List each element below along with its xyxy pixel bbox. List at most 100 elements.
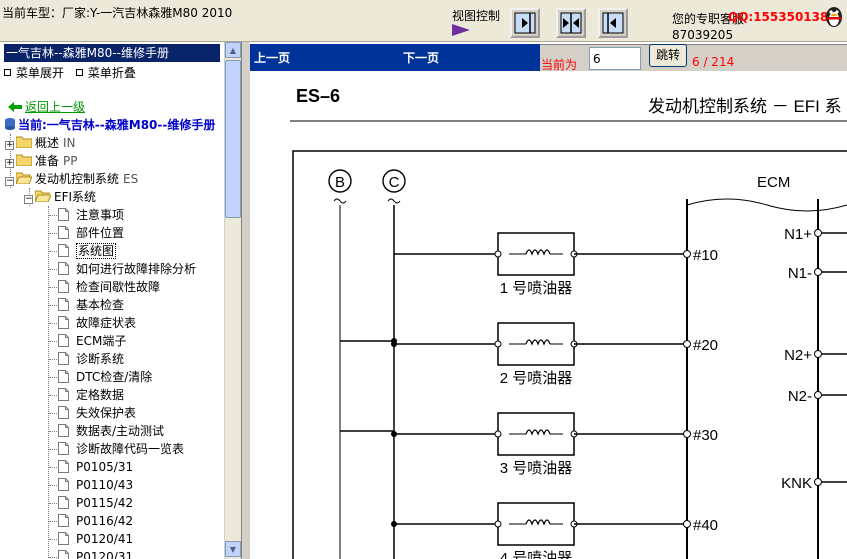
- top-toolbar: 当前车型：厂家:Y-一汽吉林森雅M80 2010 视图控制 您的专职客服 QQ:…: [0, 0, 847, 42]
- tree-leaf-item[interactable]: P0120/31: [58, 548, 133, 559]
- injector-label: 1 号喷油器: [500, 280, 573, 297]
- tree-leaf-label: 如何进行故障排除分析: [76, 262, 197, 276]
- square-icon: [4, 69, 11, 76]
- previous-page-link[interactable]: 上一页: [254, 49, 290, 66]
- next-page-link[interactable]: 下一页: [403, 49, 439, 66]
- tree-node-code: ES: [123, 172, 139, 186]
- tree-node-overview[interactable]: + 概述 IN: [5, 134, 76, 152]
- tree-leaf-item[interactable]: P0116/42: [58, 512, 133, 530]
- tree-leaf-item[interactable]: P0110/43: [58, 476, 133, 494]
- tree-leaf-item[interactable]: 检查间歇性故障: [58, 278, 160, 296]
- tree-leaf-item[interactable]: P0120/41: [58, 530, 133, 548]
- show-right-panel-button[interactable]: [510, 8, 540, 38]
- ecm-right-pin-label: N2+: [784, 347, 812, 364]
- tree-leaf-item[interactable]: DTC检查/清除: [58, 368, 152, 386]
- ecm-pin-label: #20: [693, 337, 718, 354]
- open-folder-icon: [16, 172, 32, 184]
- document-icon: [58, 442, 69, 455]
- tree-node-efi-system[interactable]: − EFI系统: [24, 188, 96, 206]
- panel-divider[interactable]: [242, 42, 250, 559]
- collapse-icon[interactable]: −: [5, 177, 14, 186]
- tree-node-label: EFI系统: [54, 190, 97, 204]
- injector-label: 3 号喷油器: [500, 460, 573, 477]
- document-icon: [58, 406, 69, 419]
- tree-leaf-label: 诊断系统: [76, 352, 125, 366]
- scroll-thumb[interactable]: [225, 60, 241, 218]
- panel-right-icon: [514, 12, 536, 34]
- folder-icon: [16, 136, 32, 148]
- ecm-right-pin-label: N2-: [788, 388, 812, 405]
- tree-scrollbar[interactable]: ▲ ▼: [224, 42, 241, 559]
- ecm-right-pins: N1+ N1- N2+ N2- KNK: [781, 226, 847, 492]
- document-icon: [58, 226, 69, 239]
- tree-leaf-item[interactable]: 数据表/主动测试: [58, 422, 164, 440]
- view-control-label: 视图控制: [452, 9, 501, 23]
- back-link[interactable]: 返回上一级: [8, 98, 85, 115]
- tree-leaf-item[interactable]: P0115/42: [58, 494, 133, 512]
- tree-leaf-label: 检查间歇性故障: [76, 280, 161, 294]
- tree-node-code: PP: [63, 154, 78, 168]
- tree-leaf-item[interactable]: 定格数据: [58, 386, 124, 404]
- ecm-pin-label: #40: [693, 517, 718, 534]
- coil-icon: [525, 429, 551, 436]
- document-viewer: ES–6 发动机控制系统 － EFI 系 B C ECM #10 1 号喷油器 #2…: [250, 71, 847, 559]
- injector-circuits: #10 1 号喷油器 #20 2 号喷油器 #30 3 号喷油器 #40 4 号喷油器: [340, 232, 718, 559]
- expand-icon[interactable]: +: [5, 141, 14, 150]
- expand-menu-button[interactable]: 菜单展开: [4, 66, 64, 80]
- injector-label: 2 号喷油器: [500, 370, 573, 387]
- tree-leaf-item[interactable]: 基本检查: [58, 296, 124, 314]
- tree-leaf-item[interactable]: 注意事项: [58, 206, 124, 224]
- ecm-label: ECM: [757, 174, 790, 191]
- panel-split-icon: [560, 12, 582, 34]
- tree-leaf-item[interactable]: 诊断系统: [58, 350, 124, 368]
- document-icon: [58, 388, 69, 401]
- scroll-down-button[interactable]: ▼: [225, 541, 241, 557]
- qq-contact-link[interactable]: QQ:1553501388: [728, 10, 837, 24]
- document-icon: [58, 370, 69, 383]
- collapse-icon[interactable]: −: [24, 195, 33, 204]
- tree-node-engine-control[interactable]: − 发动机控制系统 ES: [5, 170, 138, 188]
- expand-icon[interactable]: +: [5, 159, 14, 168]
- document-icon: [58, 532, 69, 545]
- tree-leaf-item[interactable]: 系统图: [58, 242, 117, 260]
- ecm-pin-label: #30: [693, 427, 718, 444]
- jump-button[interactable]: 跳转: [649, 44, 687, 67]
- tree-leaf-item[interactable]: P0105/31: [58, 458, 133, 476]
- tree-leaf-label: P0110/43: [76, 478, 134, 492]
- tree-leaf-label: 定格数据: [76, 388, 125, 402]
- tree-leaf-item[interactable]: ECM端子: [58, 332, 126, 350]
- document-icon: [58, 550, 69, 559]
- wiring-diagram-page: ES–6 发动机控制系统 － EFI 系 B C ECM #10 1 号喷油器 #2…: [290, 86, 847, 559]
- tree-node-preparation[interactable]: + 准备 PP: [5, 152, 78, 170]
- tree-leaf-item[interactable]: 诊断故障代码一览表: [58, 440, 184, 458]
- tree-leaf-item[interactable]: 失效保护表: [58, 404, 136, 422]
- page-count: 6 / 214: [692, 55, 735, 69]
- current-location: 当前:一气吉林--森雅M80--维修手册: [4, 116, 215, 133]
- collapse-menu-label: 菜单折叠: [87, 66, 136, 80]
- document-icon: [58, 460, 69, 473]
- tree-leaf-label: 基本检查: [76, 298, 125, 312]
- tree-leaf-item[interactable]: 部件位置: [58, 224, 124, 242]
- tree-node-label: 发动机控制系统: [35, 172, 120, 186]
- show-both-panels-button[interactable]: [556, 8, 586, 38]
- document-icon: [58, 244, 69, 257]
- document-icon: [58, 478, 69, 491]
- car-model-label: 当前车型：厂家:Y-一汽吉林森雅M80 2010: [2, 6, 233, 20]
- tree-leaf-label: P0120/41: [76, 532, 134, 546]
- tree-leaf-label: 诊断故障代码一览表: [76, 442, 185, 456]
- scroll-up-button[interactable]: ▲: [225, 42, 241, 58]
- document-icon: [58, 514, 69, 527]
- page-number-input[interactable]: [589, 47, 641, 70]
- show-left-panel-button[interactable]: [598, 8, 628, 38]
- tree-leaf-label: P0116/42: [76, 514, 134, 528]
- folder-icon: [16, 154, 32, 166]
- tree-leaf-label: P0115/42: [76, 496, 134, 510]
- qq-penguin-icon[interactable]: [823, 4, 845, 28]
- document-icon: [58, 424, 69, 437]
- back-link-label: 返回上一级: [25, 100, 86, 114]
- tree-leaf-item[interactable]: 故障症状表: [58, 314, 136, 332]
- document-icon: [58, 208, 69, 221]
- tree-leaf-item[interactable]: 如何进行故障排除分析: [58, 260, 196, 278]
- collapse-menu-button[interactable]: 菜单折叠: [75, 66, 136, 80]
- left-navigation-panel: 一气吉林--森雅M80--维修手册 菜单展开 菜单折叠 返回上一级 当前:一气吉…: [0, 42, 242, 559]
